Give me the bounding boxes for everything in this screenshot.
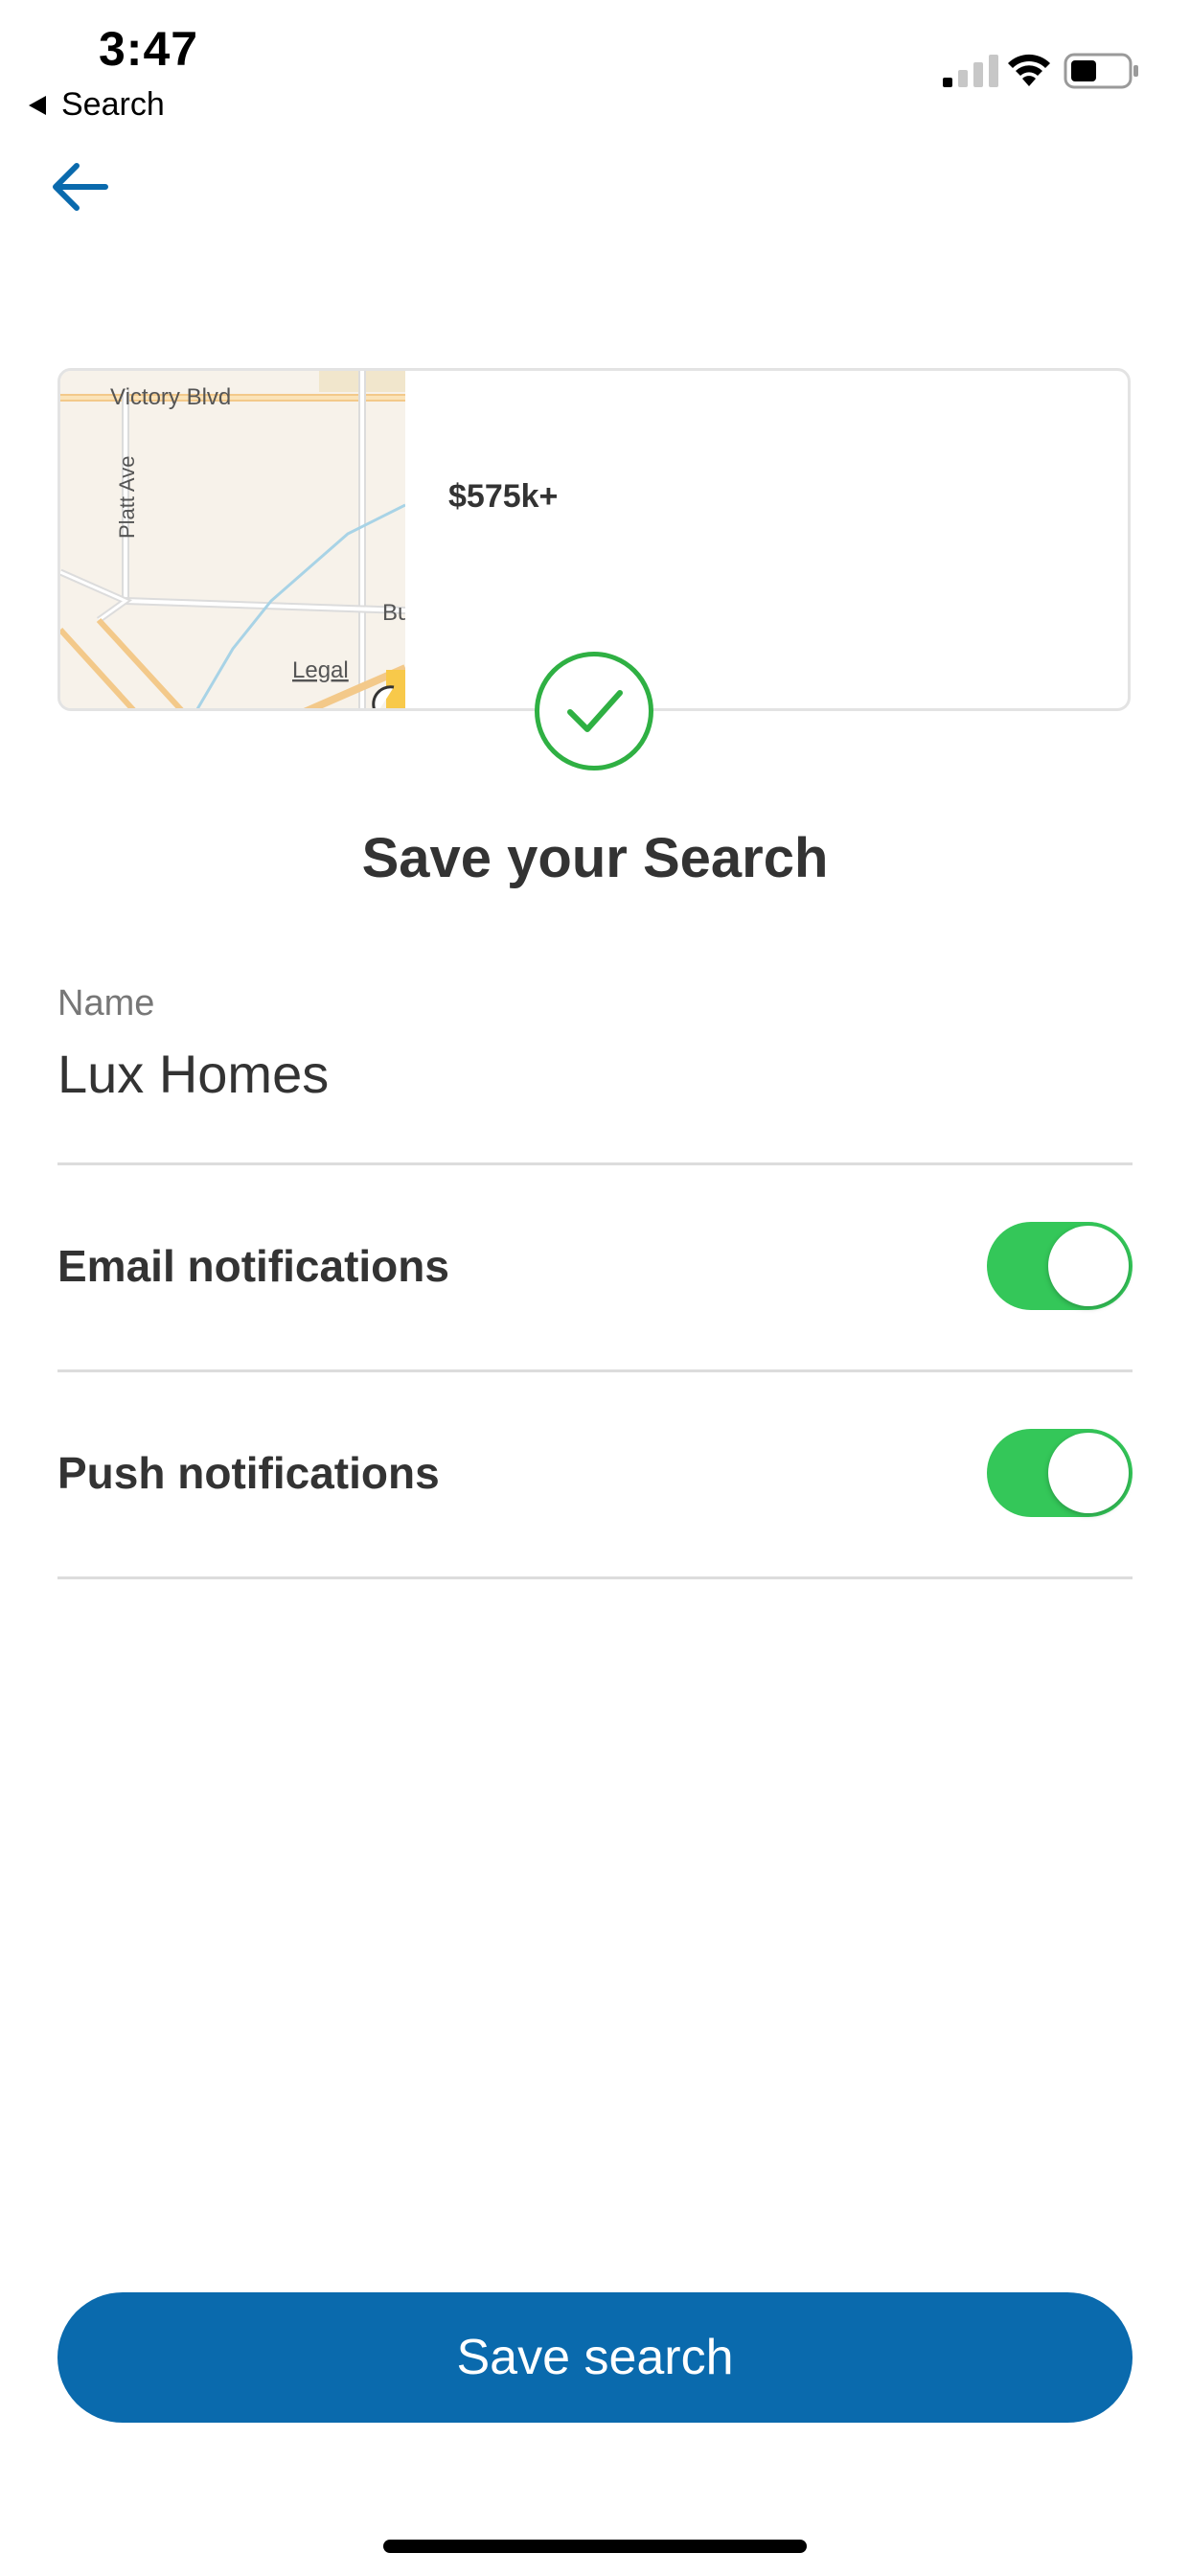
signal-icon (943, 55, 998, 87)
map-label-victory-blvd: Victory Blvd (110, 384, 231, 410)
back-triangle-icon (29, 95, 46, 115)
status-time: 3:47 (99, 22, 199, 76)
search-price-filter: $575k+ (448, 478, 559, 515)
name-input[interactable] (57, 1035, 1131, 1112)
push-notifications-label: Push notifications (57, 1448, 440, 1498)
email-notifications-toggle[interactable] (987, 1222, 1133, 1310)
wifi-icon (1008, 54, 1050, 86)
push-notifications-row: Push notifications (57, 1372, 1133, 1574)
map-legal-link[interactable]: Legal (292, 657, 349, 683)
map-label-platt-ave: Platt Ave (115, 456, 139, 539)
page-title: Save your Search (361, 827, 829, 889)
map-label-bu: Bu (382, 600, 405, 626)
arrow-left-icon[interactable] (50, 156, 111, 218)
map-thumbnail: Victory Blvd Platt Ave Bu Legal (60, 371, 410, 708)
name-label: Name (57, 983, 155, 1024)
toggle-knob (1048, 1433, 1129, 1513)
divider (57, 1576, 1133, 1579)
save-search-button[interactable]: Save search (57, 2292, 1133, 2423)
toggle-knob (1048, 1226, 1129, 1306)
check-circle-icon (535, 652, 653, 770)
status-back-label: Search (61, 86, 165, 123)
status-back-to-search[interactable]: Search (29, 86, 165, 124)
battery-icon (1064, 53, 1138, 89)
map-roads: Victory Blvd Platt Ave Bu Legal (60, 371, 410, 708)
email-notifications-row: Email notifications (57, 1165, 1133, 1367)
email-notifications-label: Email notifications (57, 1241, 449, 1291)
home-indicator[interactable] (383, 2540, 807, 2553)
push-notifications-toggle[interactable] (987, 1429, 1133, 1517)
